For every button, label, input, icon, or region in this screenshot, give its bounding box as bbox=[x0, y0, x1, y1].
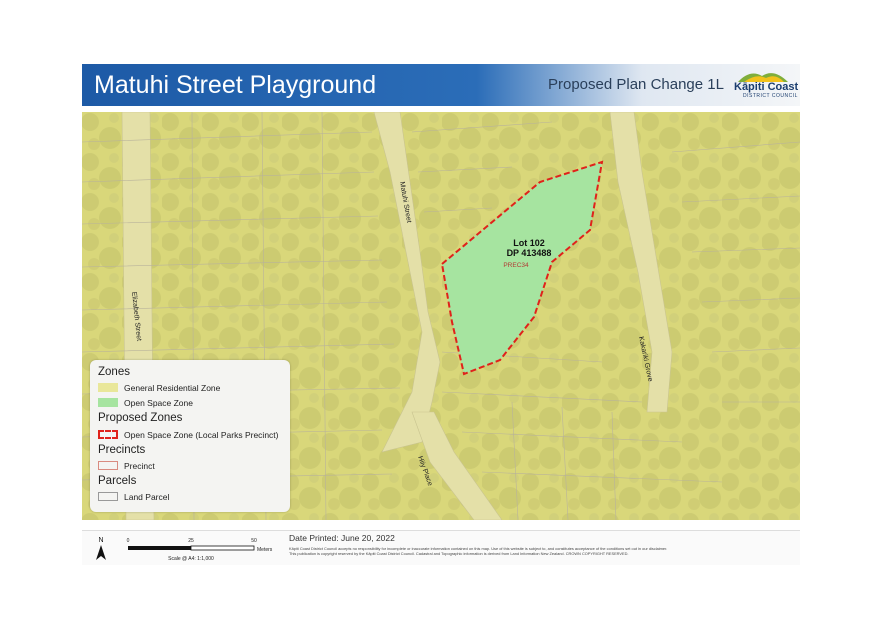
plan-change-subtitle: Proposed Plan Change 1L bbox=[548, 76, 724, 93]
scale-ratio: Scale @ A4: 1:1,000 bbox=[168, 556, 214, 562]
north-label: N bbox=[98, 537, 103, 544]
proposed-swatch bbox=[98, 430, 118, 439]
disclaimer-line-2: This publication is copyright reserved b… bbox=[289, 551, 629, 556]
council-logo: Kāpiti Coast DISTRICT COUNCIL bbox=[730, 67, 799, 103]
scale-25: 25 bbox=[188, 538, 194, 544]
map-header: Matuhi Street Playground Proposed Plan C… bbox=[82, 64, 800, 106]
legend-precincts-heading: Precincts bbox=[98, 444, 146, 456]
parcel-swatch bbox=[98, 492, 118, 501]
date-printed: Date Printed: June 20, 2022 bbox=[289, 533, 395, 543]
dp-label: DP 413488 bbox=[507, 248, 552, 258]
scale-bar: 0 25 50 Meters Scale @ A4: 1:1,000 bbox=[127, 538, 273, 562]
scale-segment-1 bbox=[128, 546, 191, 550]
logo-subtitle: DISTRICT COUNCIL bbox=[743, 93, 798, 99]
legend-zones-heading: Zones bbox=[98, 366, 130, 378]
scale-0: 0 bbox=[127, 538, 130, 544]
precinct-swatch bbox=[98, 461, 118, 470]
north-arrow-icon: N bbox=[96, 537, 106, 560]
disclaimer: Kāpiti Coast District Council accepts no… bbox=[289, 546, 794, 556]
legend-parcels-heading: Parcels bbox=[98, 475, 137, 487]
logo-name: Kāpiti Coast bbox=[734, 81, 799, 93]
residential-swatch bbox=[98, 383, 118, 392]
map-footer: N 0 25 50 Meters Scale @ A4: 1:1,000 Dat… bbox=[82, 530, 800, 565]
map-title: Matuhi Street Playground bbox=[94, 71, 377, 99]
map-legend: Zones General Residential Zone Open Spac… bbox=[90, 360, 290, 512]
scale-unit: Meters bbox=[257, 547, 273, 553]
scale-50: 50 bbox=[251, 538, 257, 544]
precinct-map-label: PREC34 bbox=[503, 262, 529, 269]
legend-proposed-heading: Proposed Zones bbox=[98, 412, 183, 424]
scale-segment-2 bbox=[190, 545, 255, 551]
open-space-swatch bbox=[98, 398, 118, 407]
lot-label: Lot 102 bbox=[513, 238, 545, 248]
